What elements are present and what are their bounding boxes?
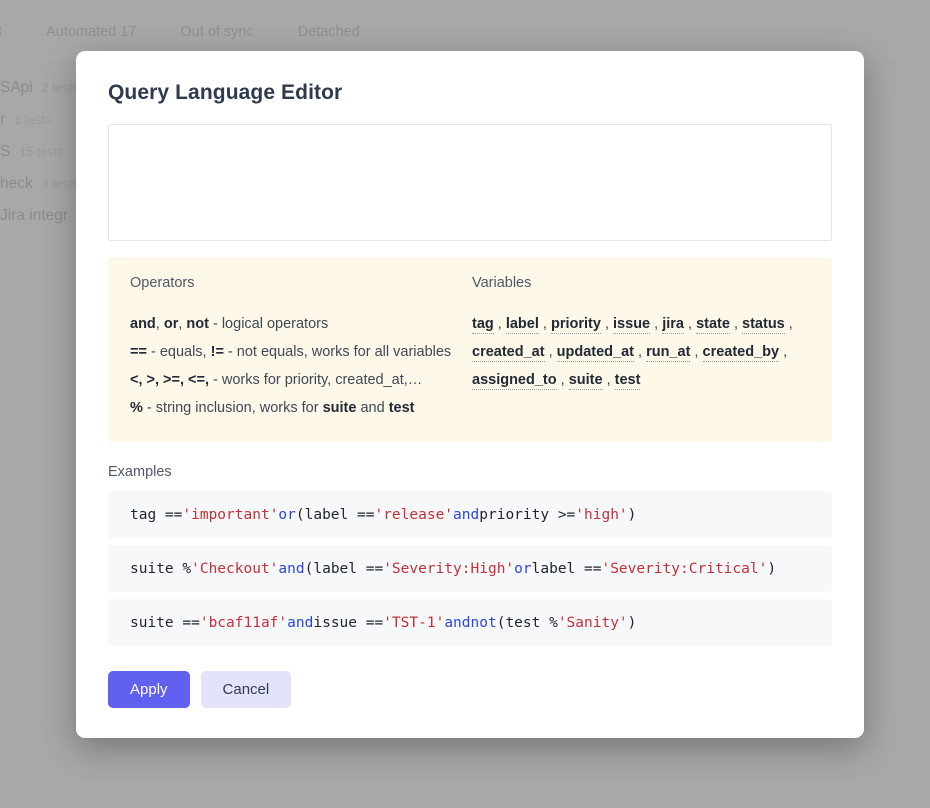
example-token: suite % <box>130 560 192 577</box>
example-token: (label == <box>304 560 384 577</box>
apply-button[interactable]: Apply <box>108 671 190 708</box>
operator-token: not <box>186 316 209 332</box>
example-token: ) <box>627 614 637 631</box>
cancel-button[interactable]: Cancel <box>200 671 292 708</box>
variable-separator: , <box>650 316 663 332</box>
example-token: 'Severity:High' <box>383 560 515 577</box>
operator-text: - works for priority, created_at,… <box>209 372 423 388</box>
example-token: and <box>453 506 480 523</box>
example-token: and <box>278 560 305 577</box>
variables-line: tag , label , priority , issue , jira , … <box>472 310 810 338</box>
example-query[interactable]: suite == 'bcaf11af' and issue == 'TST-1'… <box>108 599 832 646</box>
variables-line: assigned_to , suite , test <box>472 366 810 394</box>
variables-heading: Variables <box>472 275 532 291</box>
operator-token: <, >, >=, <=, <box>130 372 210 388</box>
examples-heading: Examples <box>108 464 172 480</box>
example-query[interactable]: suite % 'Checkout' and (label == 'Severi… <box>108 545 832 592</box>
operator-token: != <box>210 344 224 360</box>
example-token: or <box>278 506 296 523</box>
dialog-actions: Apply Cancel <box>108 671 832 708</box>
operator-token: == <box>130 344 147 360</box>
syntax-help-panel: Operators and, or, not - logical operato… <box>108 257 832 442</box>
variable-token[interactable]: updated_at <box>556 344 634 362</box>
variable-separator: , <box>784 316 793 332</box>
operator-text: - string inclusion, works for <box>142 400 323 416</box>
example-token: ) <box>767 560 777 577</box>
variable-token[interactable]: suite <box>568 372 603 390</box>
variable-token[interactable]: assigned_to <box>472 372 557 390</box>
variable-separator: , <box>538 316 551 332</box>
variable-token[interactable]: status <box>742 316 785 334</box>
example-token: and <box>444 614 471 631</box>
example-token: label == <box>531 560 602 577</box>
example-token: or <box>514 560 532 577</box>
variable-token[interactable]: label <box>505 316 539 334</box>
example-token: 'release' <box>374 506 454 523</box>
operator-line: <, >, >=, <=, - works for priority, crea… <box>130 366 472 394</box>
variable-token[interactable]: state <box>696 316 730 334</box>
operator-text: - equals, <box>146 344 211 360</box>
example-token: priority >= <box>479 506 576 523</box>
example-token: 'TST-1' <box>383 614 445 631</box>
variable-token[interactable]: created_by <box>702 344 780 362</box>
query-language-editor-dialog: Query Language Editor Operators and, or,… <box>76 51 864 738</box>
operator-text: - not equals, works for all variables <box>223 344 452 360</box>
variable-separator: , <box>602 372 615 388</box>
example-token: 'important' <box>182 506 279 523</box>
operator-text: and <box>356 400 389 416</box>
operator-text: , <box>155 316 164 332</box>
variable-token[interactable]: priority <box>550 316 601 334</box>
query-input[interactable] <box>108 124 832 241</box>
example-token: (label == <box>295 506 375 523</box>
example-token: issue == <box>313 614 384 631</box>
operator-token: suite <box>322 400 357 416</box>
dialog-title: Query Language Editor <box>108 81 343 104</box>
operator-token: % <box>130 400 143 416</box>
examples-list: tag == 'important' or (label == 'release… <box>108 491 832 646</box>
variable-token[interactable]: created_at <box>472 344 545 362</box>
operator-token: and <box>130 316 156 332</box>
operator-text: - logical operators <box>208 316 329 332</box>
variable-separator: , <box>729 316 743 332</box>
operators-column: Operators and, or, not - logical operato… <box>130 275 472 422</box>
example-token: ) <box>627 506 637 523</box>
variable-separator: , <box>690 344 703 360</box>
variable-separator: , <box>600 316 614 332</box>
example-token: and <box>287 614 314 631</box>
variable-token[interactable]: issue <box>613 316 651 334</box>
operator-token: test <box>388 400 415 416</box>
operator-token: or <box>163 316 179 332</box>
operators-list: and, or, not - logical operators == - equ… <box>130 310 472 422</box>
variables-line: created_at , updated_at , run_at , creat… <box>472 338 810 366</box>
variable-separator: , <box>633 344 647 360</box>
example-token: 'Checkout' <box>191 560 279 577</box>
variables-column: Variables tag , label , priority , issue… <box>472 275 810 422</box>
operator-line: == - equals, != - not equals, works for … <box>130 338 472 366</box>
variables-list: tag , label , priority , issue , jira , … <box>472 310 810 394</box>
variable-separator: , <box>683 316 697 332</box>
example-token: tag == <box>130 506 183 523</box>
screen: 3Automated 17Out of syncDetached SApi2 t… <box>0 0 930 808</box>
variable-token[interactable]: test <box>614 372 641 390</box>
variable-separator: , <box>779 344 788 360</box>
variable-token[interactable]: tag <box>472 316 494 334</box>
example-token: 'high' <box>575 506 628 523</box>
operators-heading: Operators <box>130 275 195 291</box>
example-token: 'Sanity' <box>557 614 628 631</box>
example-token: 'bcaf11af' <box>199 614 288 631</box>
variable-separator: , <box>493 316 506 332</box>
example-token: (test % <box>496 614 558 631</box>
example-token: not <box>470 614 497 631</box>
example-token: 'Severity:Critical' <box>601 560 768 577</box>
variable-token[interactable]: jira <box>662 316 684 334</box>
example-token: suite == <box>130 614 200 631</box>
variable-token[interactable]: run_at <box>646 344 691 362</box>
variable-separator: , <box>556 372 569 388</box>
operator-line: and, or, not - logical operators <box>130 310 472 338</box>
operator-line: % - string inclusion, works for suite an… <box>130 394 472 422</box>
variable-separator: , <box>544 344 557 360</box>
example-query[interactable]: tag == 'important' or (label == 'release… <box>108 491 832 538</box>
